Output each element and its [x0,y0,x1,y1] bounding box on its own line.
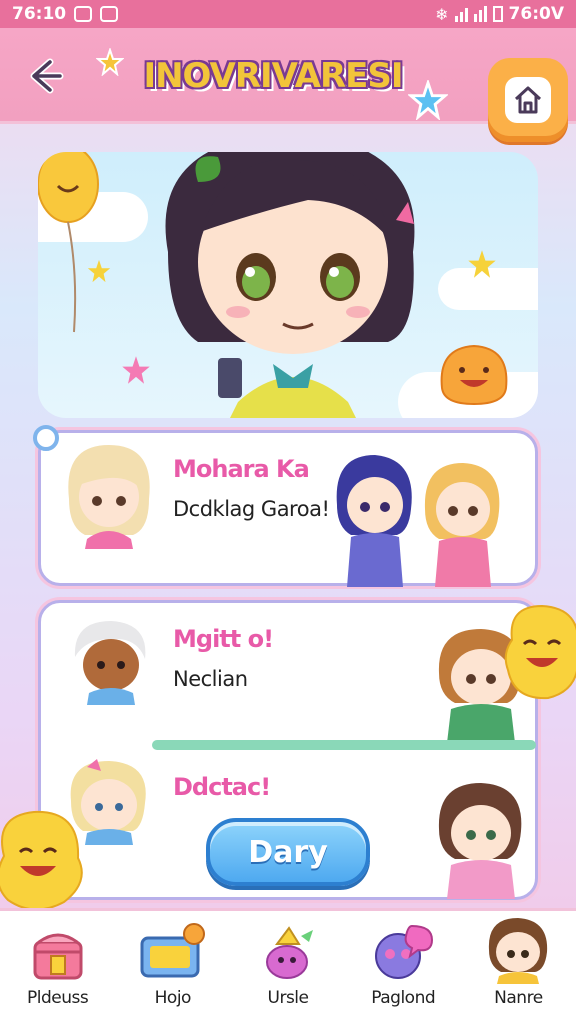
card-subtitle: Dcdklag Garoa! [173,497,330,521]
card-subtitle: Neclian [173,667,248,691]
app-title: INOVRIVARESI [128,56,418,100]
vibrate-icon: ❄ [435,4,449,24]
smiley-star-mascot-icon [0,810,83,911]
app-notification-icon [100,6,119,22]
chat-bubble-icon [375,924,434,979]
status-time-right: 76:0V [508,4,564,24]
nav-item-ursle[interactable]: Ursle [230,911,345,1024]
main-character-illustration [165,152,415,418]
hero-banner [38,152,538,418]
card-name: Mohara Ka [173,455,310,483]
notification-icon [74,6,93,22]
arrow-left-icon [30,58,64,94]
battery-icon [492,6,503,22]
star-decoration-icon [96,48,124,76]
bird-icon [266,926,313,979]
header-bar: INOVRIVARESI [0,28,576,142]
home-button[interactable] [488,58,568,142]
nav-label: Paglond [371,988,436,1008]
status-bar: 76:10 ❄ 76:0V [0,0,576,28]
signal-icon [454,6,468,22]
nav-label: Hojo [154,988,192,1008]
character-pair-illustration [336,455,500,587]
day-button[interactable]: Dary [206,818,370,886]
nav-item-hojo[interactable]: Hojo [115,911,230,1024]
progress-divider [152,740,536,750]
friend-card[interactable]: Mohara Ka Dcdklag Garoa! [33,425,538,587]
treasure-chest-icon [33,933,83,980]
wifi-icon [473,6,487,22]
status-time: 76:10 [12,4,67,24]
star-icon [87,259,111,283]
smiley-blob-icon [440,344,508,406]
home-icon [514,86,542,114]
nav-label: Ursle [267,988,309,1008]
nav-label: Nanre [494,988,543,1008]
character-illustration [438,783,522,899]
bottom-navigation: Pldeuss Hojo Ursle Paglond Nanre [0,908,576,1024]
balloon-icon [38,152,99,333]
card-name: Ddctac! [173,773,271,801]
avatar [74,621,146,705]
card-name: Mgitt o! [173,625,274,653]
nav-item-pldeuss[interactable]: Pldeuss [0,911,115,1024]
ticket-icon [140,923,205,978]
nav-label: Pldeuss [26,988,89,1008]
nav-item-nanre[interactable]: Nanre [461,911,576,1024]
avatar [68,445,150,549]
ring-icon [33,425,59,451]
avatar-icon [489,918,548,984]
nav-item-paglond[interactable]: Paglond [346,911,461,1024]
star-icon [408,80,448,120]
smiley-star-mascot-icon [504,604,576,700]
back-button[interactable] [20,52,68,100]
star-icon [468,250,496,278]
